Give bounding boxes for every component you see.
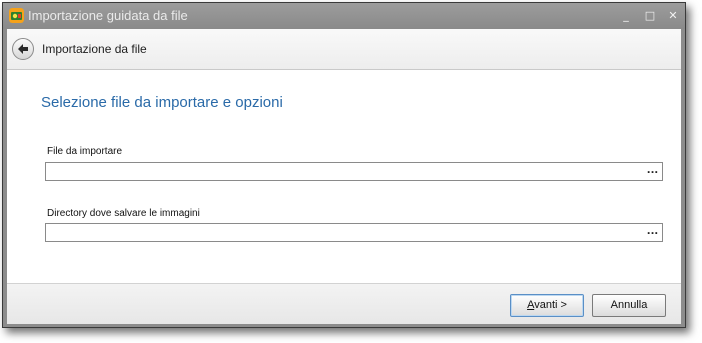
image-directory-input[interactable] — [48, 225, 632, 240]
file-to-import-input[interactable] — [48, 164, 632, 179]
wizard-window: Importazione guidata da file _ □ ✕ Impor… — [2, 2, 686, 328]
browse-file-button[interactable]: ... — [644, 164, 661, 179]
back-arrow-icon — [18, 44, 28, 54]
minimize-button[interactable]: _ — [616, 7, 636, 25]
wizard-nav-bar: Importazione da file — [7, 29, 681, 70]
window-title: Importazione guidata da file — [28, 8, 188, 23]
image-directory-field: ... — [45, 223, 663, 242]
close-button[interactable]: ✕ — [663, 7, 683, 25]
next-button-label: vanti > — [534, 299, 567, 311]
cancel-button[interactable]: Annulla — [592, 294, 666, 317]
next-button[interactable]: Avanti > — [510, 294, 584, 317]
app-icon — [9, 8, 24, 23]
page-title: Importazione da file — [42, 42, 147, 56]
image-directory-label: Directory dove salvare le immagini — [47, 208, 200, 219]
section-heading: Selezione file da importare e opzioni — [41, 94, 283, 111]
wizard-client-area: Importazione da file Selezione file da i… — [7, 29, 681, 324]
file-to-import-field: ... — [45, 162, 663, 181]
browse-directory-button[interactable]: ... — [644, 225, 661, 240]
file-to-import-label: File da importare — [47, 146, 123, 157]
wizard-content: Selezione file da importare e opzioni Fi… — [7, 70, 681, 284]
wizard-footer: Avanti > Annulla — [7, 283, 681, 324]
title-bar[interactable]: Importazione guidata da file _ □ ✕ — [3, 3, 685, 29]
back-button[interactable] — [12, 38, 34, 60]
maximize-button[interactable]: □ — [640, 7, 660, 25]
